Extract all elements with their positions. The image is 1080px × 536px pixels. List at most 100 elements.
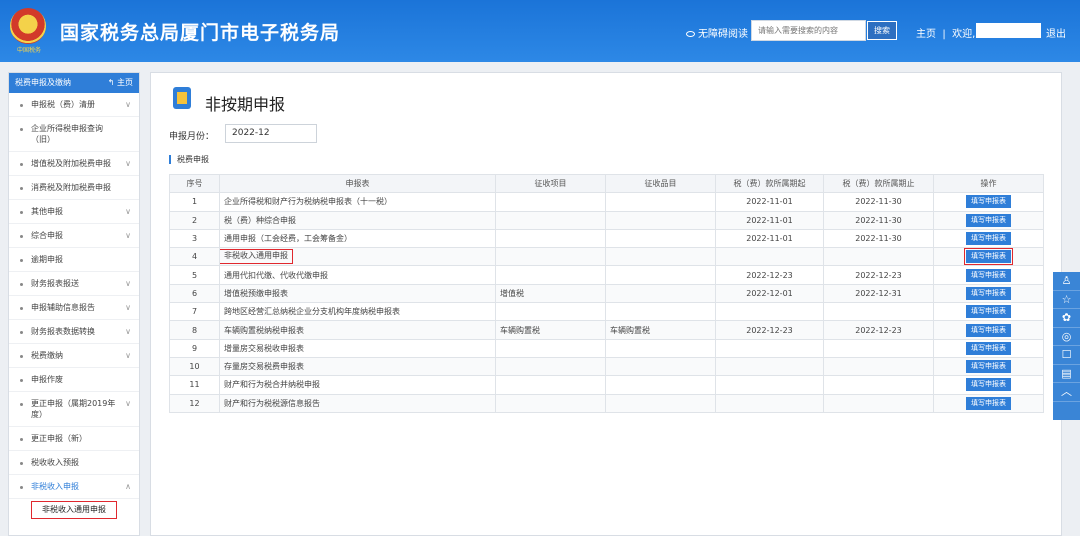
sidebar-home-link[interactable]: ↰ 主页 [108,73,133,93]
cell-sub [605,265,716,285]
table-row: 12 财产和行为税税源信息报告 填写申报表 [169,393,1044,413]
sidebar-item-label: 税收收入预报 [31,458,79,467]
cell-item: 车辆购置税 [495,320,606,340]
sidebar-item[interactable]: 非税收入申报 ∧ [9,475,139,499]
cell-end: 2022-11-30 [823,228,934,249]
cell-no: 8 [169,320,220,340]
fill-form-button[interactable]: 填写申报表 [966,378,1011,392]
fill-form-button[interactable]: 填写申报表 [964,248,1013,265]
sidebar-item[interactable]: 申报辅助信息报告 ∨ [9,296,139,320]
sidebar-item-label: 非税收入申报 [31,482,79,491]
cell-name: 财产和行为税税源信息报告 [219,393,496,413]
column-header: 征收品目 [605,173,716,194]
fill-form-button[interactable]: 填写申报表 [966,213,1011,227]
fill-form-button[interactable]: 填写申报表 [966,268,1011,282]
cell-action: 填写申报表 [933,393,1044,413]
cell-start [715,393,824,413]
column-header: 申报表 [219,173,496,194]
sidebar-item-label: 申报辅助信息报告 [31,303,95,312]
sidebar-item[interactable]: 综合申报 ∨ [9,224,139,248]
cell-action: 填写申报表 [933,247,1044,267]
column-header: 序号 [169,173,220,194]
cell-name: 增值税预缴申报表 [219,283,496,304]
cell-no: 12 [169,393,220,413]
cell-action: 填写申报表 [933,192,1044,212]
cell-item [495,302,606,322]
cell-no: 2 [169,210,220,230]
fill-form-button[interactable]: 填写申报表 [966,286,1011,300]
sidebar-item-label: 申报税（费）清册 [31,100,95,109]
sidebar-item[interactable]: 更正申报（新） [9,427,139,451]
chevron-up-icon[interactable]: ︿ [1053,383,1080,402]
cell-end: 2022-11-30 [823,192,934,212]
cell-end: 2022-12-31 [823,283,934,304]
cell-end [823,338,934,358]
sidebar-item[interactable]: 更正申报（属期2019年度） ∨ [9,392,139,427]
cell-action: 填写申报表 [933,283,1044,304]
home-link[interactable]: 主页 [916,29,936,40]
sidebar-item[interactable]: 企业所得税申报查询（旧） [9,117,139,152]
month-input[interactable]: 2022-12 [225,124,317,143]
eye-icon [686,31,695,37]
sidebar-item[interactable]: 申报税（费）清册 ∨ [9,93,139,117]
cell-end: 2022-11-30 [823,210,934,230]
sidebar-item[interactable]: 财务报表数据转换 ∨ [9,320,139,344]
fill-form-button[interactable]: 填写申报表 [966,360,1011,374]
cell-sub [605,247,716,267]
sidebar-item[interactable]: 其他申报 ∨ [9,200,139,224]
sidebar-item[interactable]: 消费税及附加税费申报 [9,176,139,200]
chevron-down-icon: ∨ [125,279,131,288]
cell-item [495,210,606,230]
sidebar: 税费申报及缴纳 ↰ 主页 申报税（费）清册 ∨ 企业所得税申报查询（旧） 增值税及附加… [8,72,140,536]
fill-form-button[interactable]: 填写申报表 [966,323,1011,337]
sidebar-item[interactable]: 逾期申报 [9,248,139,272]
cell-end [823,302,934,322]
sidebar-item[interactable]: 税费缴纳 ∨ [9,344,139,368]
cell-sub [605,356,716,377]
sidebar-item-label: 财务报表数据转换 [31,327,95,336]
sidebar-subitem-nontax-general[interactable]: 非税收入通用申报 [9,499,139,521]
share-icon[interactable]: ✿ [1053,309,1080,328]
sidebar-item-label: 其他申报 [31,207,63,216]
cell-item [495,228,606,249]
cell-sub [605,338,716,358]
cell-no: 5 [169,265,220,285]
fill-form-button[interactable]: 填写申报表 [966,232,1011,246]
document-icon[interactable]: ▤ [1053,365,1080,383]
cell-start: 2022-12-23 [715,320,824,340]
fill-form-button[interactable]: 填写申报表 [966,341,1011,355]
cell-end: 2022-12-23 [823,265,934,285]
cell-name: 财产和行为税合并纳税申报 [219,375,496,395]
cell-item [495,375,606,395]
column-header: 税（费）款所属期止 [823,173,934,194]
fill-form-button[interactable]: 填写申报表 [966,396,1011,410]
table-row: 3 通用申报（工会经费，工会筹备金） 2022-11-01 2022-11-30 填写申… [169,228,1044,249]
sidebar-item[interactable]: 增值税及附加税费申报 ∨ [9,152,139,176]
search-input[interactable] [751,20,866,41]
fill-form-button[interactable]: 填写申报表 [966,305,1011,319]
section-title: 税费申报 [169,155,209,164]
cell-action: 填写申报表 [933,265,1044,285]
sidebar-item[interactable]: 税收收入预报 [9,451,139,475]
cell-no: 1 [169,192,220,212]
fill-form-button[interactable]: 填写申报表 [966,195,1011,209]
sidebar-item-label: 更正申报（新） [31,434,87,443]
column-header: 征收项目 [495,173,606,194]
star-icon[interactable]: ☆ [1053,291,1080,309]
accessibility-link[interactable]: 无障碍阅读 [686,25,748,40]
weibo-icon[interactable]: ◎ [1053,328,1080,346]
cell-sub [605,302,716,322]
sidebar-item[interactable]: 财务报表报送 ∨ [9,272,139,296]
sidebar-title: 税费申报及缴纳 [15,78,71,87]
cell-action: 填写申报表 [933,356,1044,377]
sidebar-item[interactable]: 申报作废 [9,368,139,392]
logout-link[interactable]: 退出 [1046,25,1066,40]
chevron-down-icon: ∨ [125,100,131,109]
user-icon[interactable]: ♙ [1053,272,1080,291]
cell-end: 2022-12-23 [823,320,934,340]
cell-action: 填写申报表 [933,320,1044,340]
message-icon[interactable]: ☐ [1053,346,1080,365]
cell-start [715,247,824,267]
search-button[interactable]: 搜索 [867,21,897,40]
table-row: 10 存量房交易税费申报表 填写申报表 [169,356,1044,377]
